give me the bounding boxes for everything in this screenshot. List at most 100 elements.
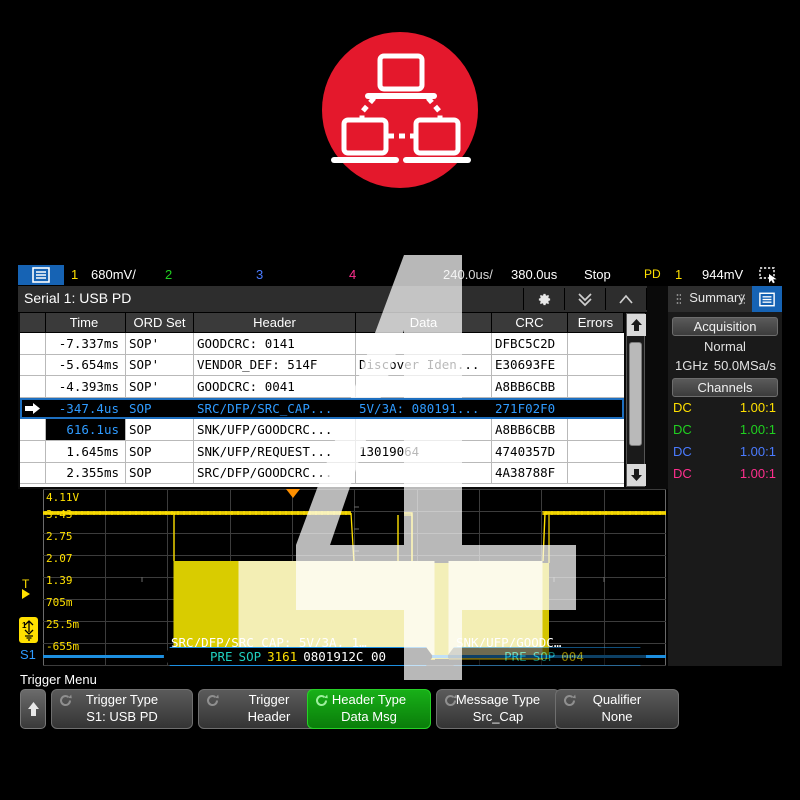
- decode-packet[interactable]: PRE SOP 004: [447, 647, 647, 666]
- table-row[interactable]: -7.337ms SOP' GOODCRC: 0141 DFBC5C2D: [20, 333, 624, 355]
- col-header-crc[interactable]: CRC: [492, 313, 568, 332]
- channel-probe-ratio: 1.00:1: [739, 422, 776, 437]
- voltage-label: 4.11V: [46, 491, 80, 504]
- cell-errors: [568, 333, 624, 354]
- col-header-data[interactable]: Data: [356, 313, 492, 332]
- scroll-down-arrow-icon: [631, 469, 642, 481]
- softkey-label: Trigger Type: [85, 692, 159, 707]
- trigger-level[interactable]: 944mV: [702, 266, 743, 283]
- table-row[interactable]: -4.393ms SOP' GOODCRC: 0041 A8BB6CBB: [20, 376, 624, 398]
- cell-crc: A8BB6CBB: [492, 419, 568, 440]
- timebase-delay[interactable]: 380.0us: [511, 266, 557, 283]
- scroll-up-button[interactable]: [606, 288, 646, 310]
- timebase-scale[interactable]: 240.0us/: [443, 266, 493, 283]
- acquisition-section-header[interactable]: Acquisition: [672, 317, 778, 336]
- settings-gear-button[interactable]: [524, 288, 564, 310]
- serial-panel-header: Serial 1: USB PD: [18, 286, 647, 313]
- table-row[interactable]: 1.645ms SOP SNK/UFP/REQUEST... 13019064 4740…: [20, 440, 624, 463]
- voltage-label: 1.39: [46, 574, 73, 587]
- cell-crc: E30693FE: [492, 354, 568, 376]
- cell-data: [356, 333, 492, 354]
- trigger-level-arrow-icon[interactable]: [22, 589, 30, 599]
- menu-up-button[interactable]: [20, 689, 46, 729]
- main-menu-button[interactable]: [18, 265, 64, 285]
- table-row[interactable]: -5.654ms SOP' VENDOR_DEF: 514F Discover Ide…: [20, 354, 624, 377]
- col-header-header[interactable]: Header: [194, 313, 356, 332]
- cell-time: -4.393ms: [46, 376, 126, 397]
- summary-channel-row[interactable]: DC 1.00:1: [668, 422, 782, 444]
- decode-packet[interactable]: PRE SOP 3161 0801912C 00: [163, 647, 433, 666]
- selection-cursor-icon[interactable]: [758, 266, 780, 284]
- cell-data: [356, 376, 492, 397]
- scrollbar-thumb[interactable]: [629, 342, 642, 446]
- softkey-trigger-type[interactable]: Trigger Type S1: USB PD: [51, 689, 193, 729]
- oscilloscope-window: 1 680mV/ 2 3 4 240.0us/ 380.0us Stop PD …: [18, 264, 782, 666]
- voltage-label: 3.43: [46, 508, 73, 521]
- summary-channel-row[interactable]: DC 1.00:1: [668, 444, 782, 466]
- table-row[interactable]: 616.1us SOP SNK/UFP/GOODCRC... A8BB6CBB: [20, 419, 624, 441]
- cell-errors: [568, 463, 624, 484]
- col-header-ord-set[interactable]: ORD Set: [126, 313, 194, 332]
- col-header-errors[interactable]: Errors: [568, 313, 624, 332]
- cell-ord-set: SOP': [126, 354, 194, 376]
- grip-right-icon: [740, 293, 745, 305]
- table-scrollbar[interactable]: [626, 313, 646, 487]
- table-header-row: Time ORD Set Header Data CRC Errors: [20, 313, 624, 333]
- cell-header: VENDOR_DEF: 514F: [194, 354, 356, 376]
- table-row[interactable]: -347.4us SOP SRC/DFP/SRC_CAP... 5V/3A: 0801…: [20, 397, 624, 420]
- voltage-label: 25.5m: [46, 618, 80, 631]
- summary-channel-row[interactable]: DC 1.00:1: [668, 400, 782, 422]
- channel-4-indicator[interactable]: 4: [349, 266, 356, 283]
- cell-ord-set: SOP: [126, 440, 194, 462]
- cell-ord-set: SOP: [126, 462, 194, 484]
- channel-3-indicator[interactable]: 3: [256, 266, 263, 283]
- channel-2-indicator[interactable]: 2: [165, 266, 172, 283]
- row-marker: [20, 354, 46, 376]
- cell-header: SRC/DFP/SRC_CAP...: [194, 397, 356, 419]
- voltage-label: -655m: [46, 640, 80, 653]
- channels-section-header[interactable]: Channels: [672, 378, 778, 397]
- cell-ord-set: SOP': [126, 376, 194, 397]
- channel-1-ground-badge[interactable]: 1: [19, 617, 38, 643]
- channel-probe-ratio: 1.00:1: [739, 444, 776, 459]
- chevron-double-down-icon: [578, 293, 592, 307]
- cell-errors: [568, 355, 624, 376]
- cell-data: [356, 419, 492, 440]
- softkey-qualifier[interactable]: Qualifier None: [555, 689, 679, 729]
- scrollbar-down-button[interactable]: [627, 464, 646, 486]
- waveform-display[interactable]: SRC/DFP/SRC_CAP: 5V/3A, 1… SNK/UFP/GOODC……: [18, 489, 666, 666]
- col-header-time[interactable]: Time: [46, 313, 126, 332]
- softkey-value: None: [601, 709, 633, 724]
- softkey-header-type[interactable]: Header Type Data Msg: [307, 689, 431, 729]
- summary-channel-row[interactable]: DC 1.00:1: [668, 466, 782, 488]
- table-row[interactable]: 2.355ms SOP SRC/DFP/GOODCRC... 4A38788F: [20, 462, 624, 485]
- gear-icon: [538, 293, 550, 305]
- scrollbar-up-button[interactable]: [627, 314, 646, 336]
- network-topology-icon: [331, 53, 471, 163]
- summary-panel-button[interactable]: [752, 286, 782, 312]
- cell-time: 616.1us: [46, 419, 126, 440]
- scroll-down-button[interactable]: [565, 288, 605, 310]
- trigger-menu-title: Trigger Menu: [20, 672, 97, 687]
- trigger-source[interactable]: PD: [644, 266, 661, 283]
- serial-bus-badge[interactable]: S1: [20, 647, 36, 662]
- run-state[interactable]: Stop: [584, 266, 611, 283]
- trigger-position-marker[interactable]: [286, 489, 300, 498]
- cell-header: GOODCRC: 0141: [194, 333, 356, 354]
- cell-data: Discover Iden...: [356, 354, 492, 376]
- trigger-channel[interactable]: 1: [675, 266, 682, 283]
- cell-crc: 4740357D: [492, 440, 568, 462]
- acquisition-mode: Normal: [704, 339, 746, 354]
- row-marker: [20, 376, 46, 397]
- serial-panel-title: Serial 1: USB PD: [24, 290, 132, 306]
- summary-tab-label[interactable]: Summary: [686, 290, 748, 305]
- summary-panel: Summary Acquisition Normal 1GHz 50.0MSa/…: [668, 286, 782, 666]
- channel-1-indicator[interactable]: 1: [71, 266, 78, 283]
- cell-header: GOODCRC: 0041: [194, 376, 356, 397]
- cell-ord-set: SOP: [126, 397, 194, 419]
- packet-preamble: PRE: [209, 649, 233, 664]
- softkey-message-type[interactable]: Message Type Src_Cap: [436, 689, 560, 729]
- channel-1-scale[interactable]: 680mV/: [91, 266, 136, 283]
- packet-preamble: PRE: [504, 649, 527, 664]
- cell-time: -7.337ms: [46, 333, 126, 354]
